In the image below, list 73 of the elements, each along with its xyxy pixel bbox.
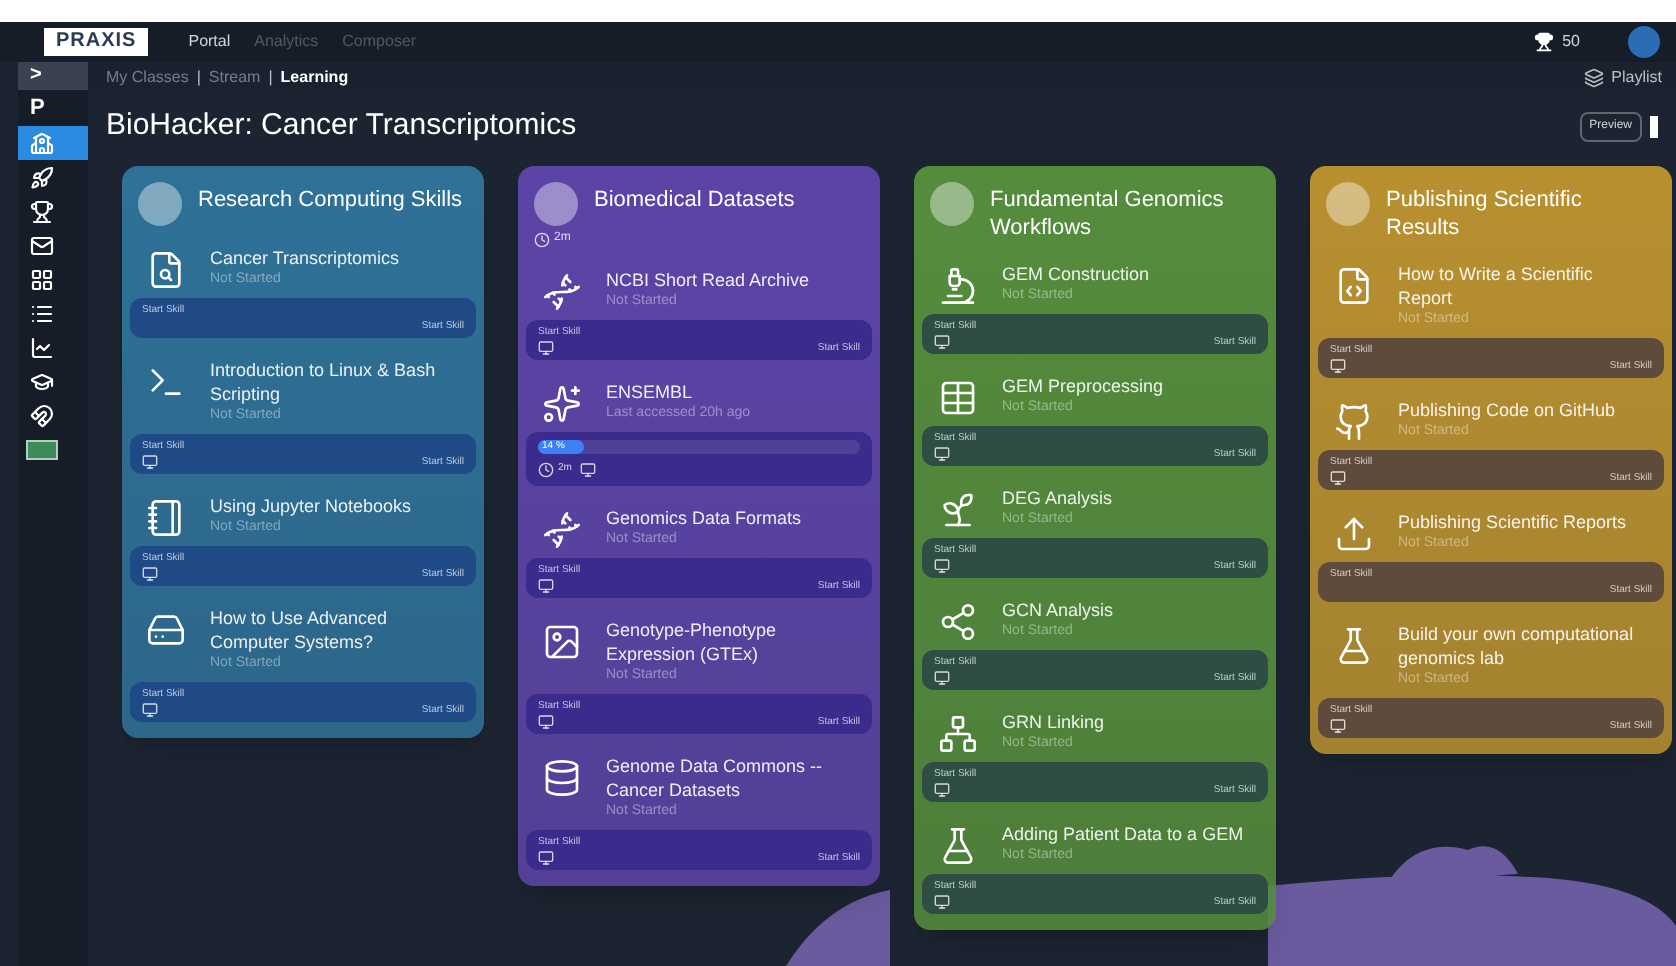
photo-placeholder xyxy=(930,182,974,226)
skill-title[interactable]: GEM Preprocessing xyxy=(1002,374,1164,398)
playlist-icon xyxy=(1583,68,1604,88)
page-title: BioHacker: Cancer Transcriptomics xyxy=(106,106,577,147)
avatar[interactable] xyxy=(1628,26,1660,58)
skill-title[interactable]: GEM Construction xyxy=(1002,262,1150,286)
trophy-icon xyxy=(30,199,54,223)
hill-drawing xyxy=(786,886,890,966)
sidebar-thumbnail[interactable] xyxy=(26,440,58,460)
graduation-cap-icon xyxy=(30,369,54,393)
nav-link[interactable]: Portal xyxy=(188,30,231,54)
breadcrumb-separator: | xyxy=(196,66,201,90)
trophy-count: 50 xyxy=(1562,30,1580,54)
skill-title[interactable]: DEG Analysis xyxy=(1002,486,1113,510)
mail-icon xyxy=(30,233,54,257)
school-icon xyxy=(30,131,54,155)
skill-icon xyxy=(542,272,582,312)
skill-icon xyxy=(1334,402,1374,442)
skill-title[interactable]: GCN Analysis xyxy=(1002,598,1114,622)
skill-icon xyxy=(542,622,582,662)
grid-icon xyxy=(30,267,54,291)
clock-icon xyxy=(534,231,550,247)
sidebar-letter[interactable]: P xyxy=(18,90,88,126)
edge-panel xyxy=(1650,116,1658,138)
clock-icon xyxy=(538,462,554,478)
skill-icon xyxy=(938,602,978,642)
skill-icon xyxy=(1334,514,1374,554)
skill-title[interactable]: Genomics Data Formats xyxy=(606,506,802,530)
skill-icon xyxy=(542,758,582,798)
skill-icon xyxy=(938,266,978,306)
skill-icon xyxy=(938,378,978,418)
skill-title[interactable]: Introduction to Linux & Bash Scripting xyxy=(210,358,460,406)
skill-title[interactable]: Genome Data Commons -- Cancer Datasets xyxy=(606,754,856,802)
skill-icon xyxy=(1334,626,1374,666)
breadcrumb-link[interactable]: Learning xyxy=(280,66,349,90)
skill-icon xyxy=(542,384,582,424)
skill-title[interactable]: GRN Linking xyxy=(1002,710,1105,734)
skill-icon xyxy=(938,490,978,530)
skill-icon xyxy=(542,510,582,550)
photo-placeholder xyxy=(534,182,578,226)
skill-icon xyxy=(146,498,186,538)
breadcrumb-separator: | xyxy=(268,66,273,90)
rocket-icon xyxy=(30,165,54,189)
praxis-logo[interactable]: PRAXIS xyxy=(44,28,149,56)
skill-title[interactable]: Publishing Scientific Reports xyxy=(1398,510,1627,534)
skill-title[interactable]: How to Use Advanced Computer Systems? xyxy=(210,606,460,654)
photo-placeholder xyxy=(138,182,182,226)
skill-title[interactable]: Using Jupyter Notebooks xyxy=(210,494,412,518)
playlists-link[interactable]: Playlist xyxy=(1611,66,1662,90)
breadcrumb-link[interactable]: Stream xyxy=(208,66,261,90)
skill-title[interactable]: ENSEMBL xyxy=(606,380,750,404)
course-title: Biomedical Datasets xyxy=(594,186,795,214)
sidebar-toggle[interactable]: > xyxy=(18,62,88,90)
course-title: Publishing Scientific Results xyxy=(1386,186,1584,242)
skill-title[interactable]: NCBI Short Read Archive xyxy=(606,268,810,292)
skill-icon xyxy=(938,714,978,754)
skill-title[interactable]: Genotype-Phenotype Expression (GTEx) xyxy=(606,618,856,666)
skill-icon xyxy=(1334,266,1374,306)
skill-title[interactable]: Publishing Code on GitHub xyxy=(1398,398,1616,422)
monitor-icon xyxy=(579,462,596,478)
magnet-icon xyxy=(30,403,54,427)
breadcrumb-link[interactable]: My Classes xyxy=(106,66,189,90)
skill-icon xyxy=(938,826,978,866)
skill-icon xyxy=(146,250,186,290)
skill-icon xyxy=(146,610,186,650)
course-title: Fundamental Genomics Workflows xyxy=(990,186,1226,242)
skill-title[interactable]: Build your own computational genomics lab xyxy=(1398,622,1648,670)
course-title: Research Computing Skills xyxy=(198,186,463,214)
chart-icon xyxy=(30,335,54,359)
photo-placeholder xyxy=(1326,182,1370,226)
skill-title[interactable]: Adding Patient Data to a GEM xyxy=(1002,822,1244,846)
skill-title[interactable]: Cancer Transcriptomics xyxy=(210,246,400,270)
trophy-icon xyxy=(1534,32,1555,52)
